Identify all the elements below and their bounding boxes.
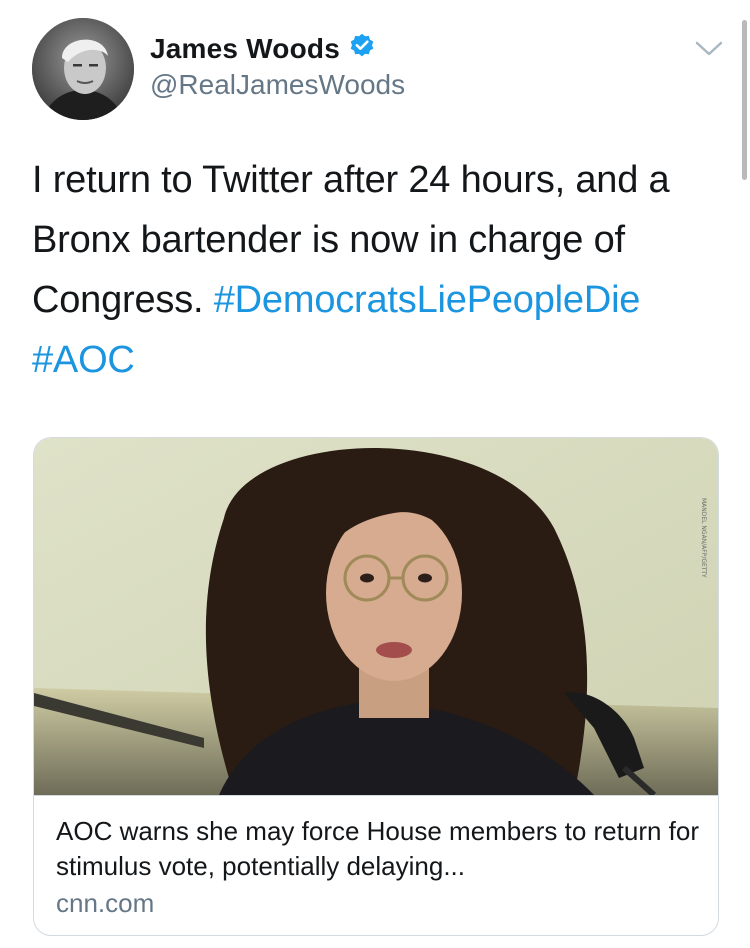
svg-text:MANDEL NGAN/AFP/GETTY: MANDEL NGAN/AFP/GETTY [700,498,707,578]
card-domain: cnn.com [56,888,155,918]
scrollbar[interactable] [742,20,747,180]
handle[interactable]: @RealJamesWoods [150,69,405,101]
display-name[interactable]: James Woods [150,33,340,65]
chevron-down-icon[interactable] [694,40,724,58]
author-block[interactable]: James Woods @RealJamesWoods [150,32,405,101]
avatar[interactable] [32,18,134,120]
hashtag-link[interactable]: #DemocratsLiePeopleDie [214,279,641,321]
card-body[interactable]: AOC warns she may force House members to… [34,795,718,935]
hashtag-link[interactable]: #AOC [32,339,135,381]
tweet-text: I return to Twitter after 24 hours, and … [32,150,722,390]
verified-badge-icon [348,32,376,65]
card-title[interactable]: AOC warns she may force House members to… [56,814,706,884]
link-card[interactable]: MANDEL NGAN/AFP/GETTY AOC warns she may … [33,437,719,936]
card-image[interactable]: MANDEL NGAN/AFP/GETTY [34,438,718,798]
tweet-header: James Woods @RealJamesWoods [32,18,724,122]
